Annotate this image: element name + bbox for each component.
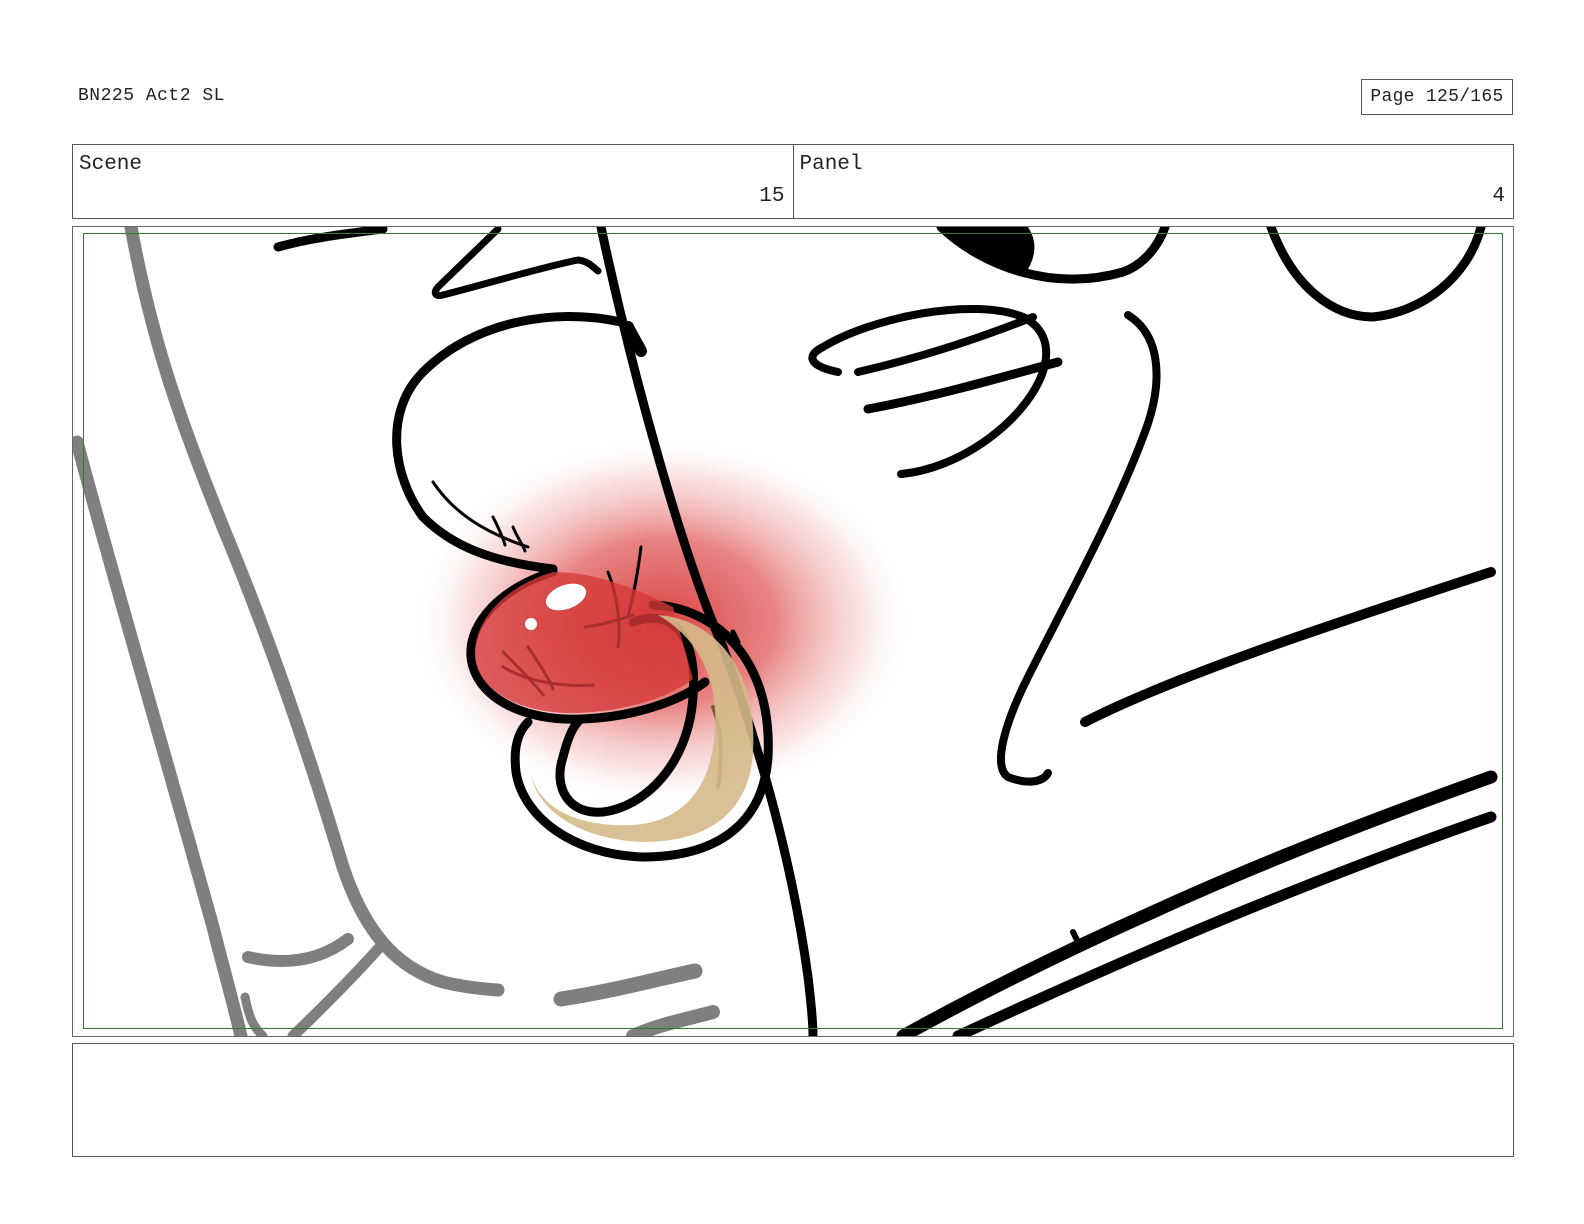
panel-cell: Panel 4 xyxy=(792,145,1514,218)
storyboard-frame xyxy=(72,226,1514,1037)
ear-shine-dot xyxy=(525,618,537,630)
panel-info-row: Scene 15 Panel 4 xyxy=(72,144,1514,219)
notes-box xyxy=(72,1043,1514,1157)
storyboard-drawing xyxy=(73,227,1498,1036)
scene-cell: Scene 15 xyxy=(73,145,793,218)
page-number-box: Page 125/165 xyxy=(1361,79,1513,115)
panel-value: 4 xyxy=(1492,185,1505,208)
scene-label: Scene xyxy=(79,153,143,176)
scene-value: 15 xyxy=(759,185,785,208)
panel-label: Panel xyxy=(799,153,863,176)
document-title: BN225 Act2 SL xyxy=(78,86,225,106)
